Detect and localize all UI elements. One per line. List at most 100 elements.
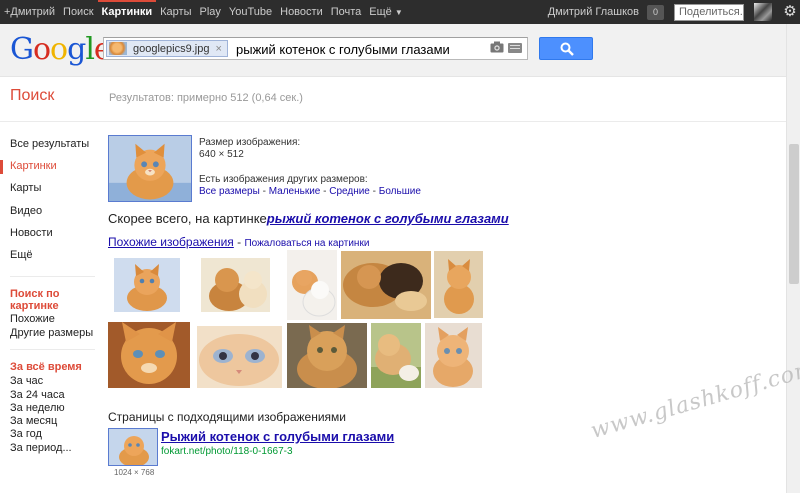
sidebar-item-custom-range[interactable]: За период... [10, 442, 72, 454]
top-right: Дмитрий Глашков 0 Поделиться... ⚙ [548, 0, 800, 24]
sidebar-item-maps[interactable]: Карты [10, 182, 41, 194]
sidebar-item-similar[interactable]: Похожие [10, 313, 55, 325]
similar-image-3[interactable] [287, 250, 337, 320]
similar-images-link[interactable]: Похожие изображения [108, 235, 234, 249]
kitten-image [287, 250, 337, 320]
kitten-image [109, 429, 157, 465]
image-size-info: Размер изображения: 640 × 512 [199, 137, 300, 161]
caret-down-icon: ▼ [394, 8, 403, 17]
kitten-image [108, 322, 190, 388]
kitten-image [341, 251, 431, 319]
user-name[interactable]: Дмитрий Глашков [548, 6, 639, 18]
query-image-thumbnail[interactable] [108, 135, 192, 202]
size-links: Все размеры - Маленькие - Средние - Боль… [199, 186, 421, 198]
result-stats: Результатов: примерно 512 (0,64 сек.) [109, 92, 303, 104]
similar-image-6[interactable] [108, 322, 190, 388]
sidebar-item-more[interactable]: Ещё [10, 249, 33, 261]
avatar[interactable] [754, 3, 772, 21]
sidebar-item-past-hour[interactable]: За час [10, 375, 43, 387]
close-icon[interactable]: × [215, 43, 221, 55]
link-separator: - [259, 186, 269, 197]
other-sizes: Есть изображения других размеров: Все ра… [199, 174, 421, 198]
image-size-value: 640 × 512 [199, 149, 244, 160]
share-button[interactable]: Поделиться... [674, 3, 744, 21]
notification-count[interactable]: 0 [647, 4, 664, 20]
sidebar-item-other-sizes[interactable]: Другие размеры [10, 327, 93, 339]
matching-pages-title: Страницы с подходящими изображениями [108, 410, 347, 424]
result-thumbnail[interactable] [108, 428, 158, 466]
report-images-link[interactable]: Пожаловаться на картинки [244, 238, 369, 249]
sidebar-item-past-month[interactable]: За месяц [10, 415, 57, 427]
kitten-image [371, 323, 421, 388]
search-button[interactable] [539, 37, 593, 60]
similar-image-2[interactable] [201, 258, 270, 312]
search-header: Google googlepics9.jpg × рыжий котенок с… [0, 24, 800, 77]
sidebar-heading-search-by-image: Поиск по картинке [10, 288, 60, 312]
sidebar-item-past-week[interactable]: За неделю [10, 402, 65, 414]
topnav-news[interactable]: Новости [276, 0, 327, 24]
topnav-search[interactable]: Поиск [59, 0, 97, 24]
sidebar-item-images[interactable]: Картинки [0, 160, 57, 174]
similar-image-9[interactable] [371, 323, 421, 388]
sidebar-item-news[interactable]: Новости [10, 227, 53, 239]
topnav-more[interactable]: Ещё ▼ [365, 0, 407, 24]
kitten-image [201, 258, 270, 312]
chip-filename: googlepics9.jpg [133, 42, 210, 55]
size-link-small[interactable]: Маленькие [269, 186, 321, 197]
sidebar-item-past-year[interactable]: За год [10, 428, 42, 440]
similar-image-1[interactable] [114, 258, 180, 312]
search-icon [560, 42, 574, 56]
page-title: Поиск [10, 87, 55, 104]
result-title-link[interactable]: Рыжий котенок с голубыми глазами [161, 429, 394, 444]
best-guess-link[interactable]: рыжий котенок с голубыми глазами [267, 211, 509, 226]
watermark: www.glashkoff.com [588, 355, 800, 445]
scrollbar[interactable] [786, 24, 800, 493]
similar-images-header: Похожие изображения - Пожаловаться на ка… [108, 235, 369, 249]
similar-image-7[interactable] [197, 326, 282, 388]
top-bar: +Дмитрий Поиск Картинки Карты Play YouTu… [0, 0, 800, 24]
sidebar-item-all-results[interactable]: Все результаты [10, 138, 89, 150]
size-link-large[interactable]: Большие [379, 186, 421, 197]
topnav-images[interactable]: Картинки [97, 0, 157, 24]
link-separator: - [369, 186, 379, 197]
google-logo[interactable]: Google [10, 32, 112, 68]
kitten-image [425, 323, 482, 388]
topnav-maps[interactable]: Карты [156, 0, 195, 24]
topnav-mail[interactable]: Почта [327, 0, 366, 24]
chip-thumbnail [109, 42, 127, 55]
kitten-image [197, 326, 282, 388]
sidebar-heading-time: За всё время [10, 361, 82, 373]
kitten-image [287, 323, 367, 388]
topnav-youtube[interactable]: YouTube [225, 0, 276, 24]
similar-image-5[interactable] [434, 251, 483, 318]
similar-image-10[interactable] [425, 323, 482, 388]
gear-icon[interactable]: ⚙ [780, 0, 800, 24]
kitten-image [109, 136, 191, 201]
other-sizes-label: Есть изображения других размеров: [199, 174, 368, 185]
size-link-medium[interactable]: Средние [329, 186, 370, 197]
search-image-chip[interactable]: googlepics9.jpg × [106, 40, 228, 57]
image-size-label: Размер изображения: [199, 137, 301, 148]
search-input[interactable]: рыжий котенок с голубыми глазами [236, 42, 450, 57]
sidebar-item-past-24h[interactable]: За 24 часа [10, 389, 65, 401]
top-nav: +Дмитрий Поиск Картинки Карты Play YouTu… [0, 0, 407, 24]
best-guess: Скорее всего, на картинкерыжий котенок с… [108, 211, 509, 226]
topnav-more-label: Ещё [369, 6, 392, 18]
similar-image-8[interactable] [287, 323, 367, 388]
search-box[interactable]: googlepics9.jpg × рыжий котенок с голубы… [103, 37, 528, 60]
camera-icon[interactable] [490, 41, 504, 53]
kitten-image [434, 251, 483, 318]
sidebar-item-video[interactable]: Видео [10, 205, 42, 217]
topnav-play[interactable]: Play [195, 0, 224, 24]
topnav-plus-dmitry[interactable]: +Дмитрий [0, 0, 59, 24]
size-link-all[interactable]: Все размеры [199, 186, 260, 197]
sidebar-divider [10, 276, 95, 277]
best-guess-prefix: Скорее всего, на картинке [108, 211, 267, 226]
sidebar-divider [10, 349, 95, 350]
result-url: fokart.net/photo/118-0-1667-3 [161, 446, 293, 457]
result-dimensions: 1024 × 768 [114, 468, 155, 477]
scrollbar-thumb[interactable] [789, 144, 799, 284]
similar-image-4[interactable] [341, 251, 431, 319]
kitten-image [114, 258, 180, 312]
keyboard-icon[interactable] [508, 43, 522, 53]
